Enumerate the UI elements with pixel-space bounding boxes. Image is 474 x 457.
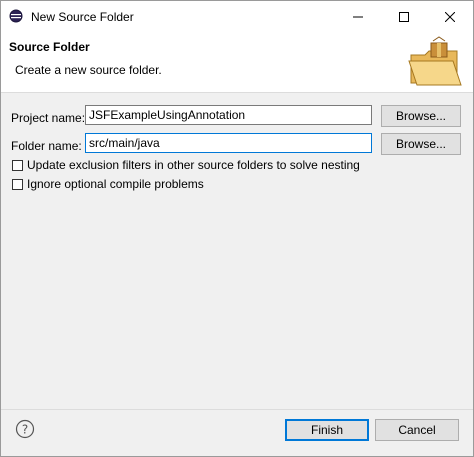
- finish-button-label: Finish: [310, 423, 343, 437]
- minimize-button[interactable]: [335, 1, 381, 32]
- eclipse-icon: [9, 9, 23, 23]
- help-icon[interactable]: ?: [15, 419, 35, 439]
- maximize-icon: [399, 11, 409, 22]
- wizard-description: Create a new source folder.: [15, 63, 162, 77]
- folder-name-field[interactable]: src/main/java: [85, 133, 372, 153]
- folder-name-label: Folder name:: [11, 139, 82, 153]
- source-folder-wizard-icon: [408, 36, 462, 86]
- browse-button-label: Browse...: [395, 137, 446, 151]
- project-browse-button[interactable]: Browse...: [381, 105, 461, 127]
- project-name-field[interactable]: JSFExampleUsingAnnotation: [85, 105, 372, 125]
- close-button[interactable]: [427, 1, 473, 32]
- minimize-icon: [353, 16, 363, 17]
- ignore-compile-problems-checkbox[interactable]: [12, 179, 23, 190]
- title-bar: New Source Folder: [1, 1, 473, 32]
- finish-button[interactable]: Finish: [285, 419, 369, 441]
- ignore-compile-problems-label[interactable]: Ignore optional compile problems: [27, 177, 204, 191]
- footer-divider: [1, 409, 473, 410]
- cancel-button[interactable]: Cancel: [375, 419, 459, 441]
- svg-text:?: ?: [22, 423, 28, 437]
- dialog-window: New Source Folder Source Folder Create a…: [0, 0, 474, 457]
- wizard-title: Source Folder: [9, 40, 90, 54]
- project-name-label: Project name:: [11, 111, 86, 125]
- wizard-header: Source Folder Create a new source folder…: [1, 32, 473, 93]
- update-exclusion-label[interactable]: Update exclusion filters in other source…: [27, 158, 360, 172]
- folder-browse-button[interactable]: Browse...: [381, 133, 461, 155]
- browse-button-label: Browse...: [395, 109, 446, 123]
- close-icon: [445, 11, 455, 22]
- update-exclusion-checkbox[interactable]: [12, 160, 23, 171]
- maximize-button[interactable]: [381, 1, 427, 32]
- window-title: New Source Folder: [31, 10, 134, 24]
- cancel-button-label: Cancel: [398, 423, 436, 437]
